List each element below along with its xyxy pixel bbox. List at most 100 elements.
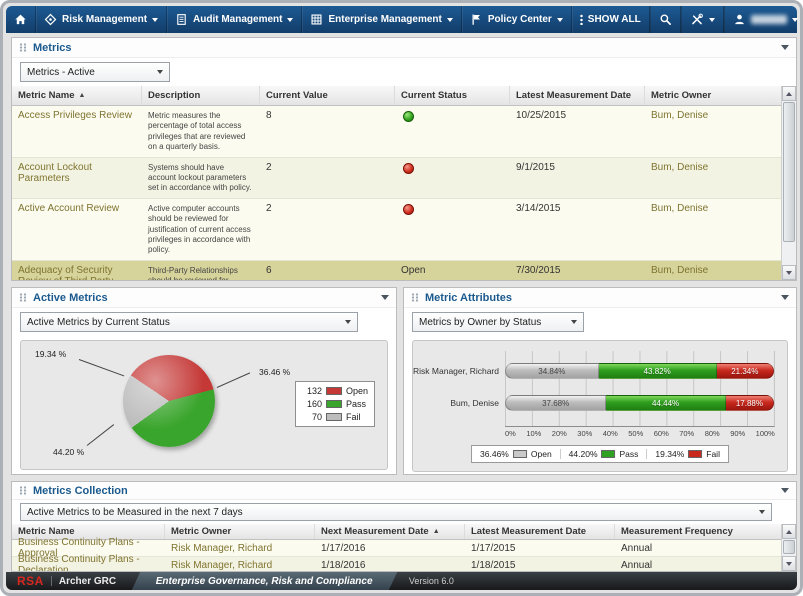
metric-current-value: 6 <box>260 261 395 280</box>
legend-label: Fail <box>706 449 720 459</box>
legend-value: 44.20% <box>569 449 598 459</box>
search-button[interactable] <box>650 6 681 33</box>
metric-owner-link[interactable]: Risk Manager, Richard <box>165 543 315 554</box>
legend-swatch <box>513 450 527 458</box>
column-header-metric-owner[interactable]: Metric Owner <box>645 86 781 105</box>
legend-count: 160 <box>302 399 322 409</box>
column-header-latest-measurement-date[interactable]: Latest Measurement Date <box>510 86 645 105</box>
x-axis-tick: 100% <box>756 429 775 438</box>
collapse-panel-icon[interactable] <box>781 45 789 50</box>
chevron-down-icon <box>557 18 563 22</box>
legend-item: 70 Fail <box>302 412 368 422</box>
metric-owner-link[interactable]: Bum, Denise <box>645 261 781 280</box>
bar-segment-pass[interactable]: 43.82% <box>599 363 717 379</box>
show-all-button[interactable]: SHOW ALL <box>572 6 650 33</box>
collapse-panel-icon[interactable] <box>781 488 789 493</box>
metric-name-link[interactable]: Account Lockout Parameters <box>12 158 142 198</box>
latest-measurement-date: 3/14/2015 <box>510 199 645 260</box>
metric-name-link[interactable]: Business Continuity Plans - Declaration <box>12 554 165 571</box>
metric-current-value: 8 <box>260 106 395 157</box>
workspace: Metrics Metrics - Active Metric Name▲ De… <box>6 33 797 572</box>
bar-segment-fail[interactable]: 21.34% <box>717 363 774 379</box>
nav-menu-label: Policy Center <box>488 14 552 25</box>
version-label: Version 6.0 <box>393 576 454 586</box>
metric-description: Systems should have account lockout para… <box>142 158 260 198</box>
bar-segment-fail[interactable]: 17.88% <box>726 395 774 411</box>
legend-value: 36.46% <box>480 449 509 459</box>
pie-chart[interactable] <box>123 355 215 447</box>
nav-menu-risk-management[interactable]: Risk Management <box>36 6 167 33</box>
bar-segment-open[interactable]: 37.68% <box>505 395 606 411</box>
footer-bar: RSA Archer GRC Enterprise Governance, Ri… <box>6 572 797 590</box>
scroll-down-button[interactable] <box>782 265 796 280</box>
bar-segment-pass[interactable]: 44.44% <box>606 395 726 411</box>
select-value: Metrics - Active <box>27 67 95 78</box>
stacked-bar: 34.84% 43.82% 21.34% <box>505 363 774 379</box>
nav-menu-enterprise-management[interactable]: Enterprise Management <box>302 6 461 33</box>
scroll-down-button[interactable] <box>782 556 796 571</box>
column-header-next-measurement-date[interactable]: Next Measurement Date▲ <box>315 524 465 539</box>
top-nav-right-cluster <box>650 6 803 33</box>
table-row-selected[interactable]: Adequacy of Security Review of Third Par… <box>12 261 781 280</box>
column-header-latest-measurement-date[interactable]: Latest Measurement Date <box>465 524 615 539</box>
arrow-down-icon <box>786 562 792 566</box>
panel-header: Metric Attributes <box>404 288 796 308</box>
chevron-down-icon <box>345 320 351 324</box>
column-header-current-status[interactable]: Current Status <box>395 86 510 105</box>
column-header-description[interactable]: Description <box>142 86 260 105</box>
nav-menu-label: Audit Management <box>193 14 282 25</box>
drag-handle-icon[interactable] <box>19 486 27 495</box>
bar-segment-value: 37.68% <box>542 399 569 408</box>
arrow-down-icon <box>786 271 792 275</box>
table-row[interactable]: Access Privileges Review Metric measures… <box>12 106 781 158</box>
arrow-up-icon <box>786 92 792 96</box>
metric-name-link[interactable]: Adequacy of Security Review of Third Par… <box>12 261 142 280</box>
scrollbar-thumb[interactable] <box>783 102 795 242</box>
search-icon <box>659 13 672 26</box>
panel-title: Metrics <box>33 42 72 54</box>
column-header-measurement-frequency[interactable]: Measurement Frequency <box>615 524 781 539</box>
column-header-metric-owner[interactable]: Metric Owner <box>165 524 315 539</box>
nav-menu-audit-management[interactable]: Audit Management <box>167 6 302 33</box>
metric-attributes-panel: Metric Attributes Metrics by Owner by St… <box>403 287 797 475</box>
bar-segment-value: 44.44% <box>652 399 679 408</box>
chevron-down-icon <box>792 18 798 22</box>
pie-slice-label-open: 36.46 % <box>259 367 290 377</box>
column-header-current-value[interactable]: Current Value <box>260 86 395 105</box>
metrics-view-select[interactable]: Metrics - Active <box>20 62 170 82</box>
metric-name-link[interactable]: Access Privileges Review <box>12 106 142 157</box>
table-row[interactable]: Account Lockout Parameters Systems shoul… <box>12 158 781 199</box>
scroll-up-button[interactable] <box>782 524 796 539</box>
metric-attributes-view-select[interactable]: Metrics by Owner by Status <box>412 312 584 332</box>
metrics-collection-view-select[interactable]: Active Metrics to be Measured in the nex… <box>20 503 772 521</box>
nav-menu-policy-center[interactable]: Policy Center <box>462 6 572 33</box>
drag-handle-icon[interactable] <box>19 293 27 302</box>
drag-handle-icon[interactable] <box>19 43 27 52</box>
vertical-scrollbar[interactable] <box>781 86 796 280</box>
collapse-panel-icon[interactable] <box>781 295 789 300</box>
collapse-panel-icon[interactable] <box>381 295 389 300</box>
table-row[interactable]: Business Continuity Plans - Declaration … <box>12 557 781 571</box>
metric-owner-link[interactable]: Risk Manager, Richard <box>165 560 315 571</box>
bar-segment-open[interactable]: 34.84% <box>505 363 599 379</box>
home-button[interactable] <box>6 6 36 33</box>
next-measurement-date: 1/17/2016 <box>315 543 465 554</box>
column-header-metric-name[interactable]: Metric Name▲ <box>12 86 142 105</box>
select-value: Metrics by Owner by Status <box>419 317 541 328</box>
legend-item: 19.34% Fail <box>646 449 720 459</box>
user-menu[interactable] <box>724 6 803 33</box>
panel-toolbar: Metrics - Active <box>12 58 796 86</box>
vertical-scrollbar[interactable] <box>781 524 796 571</box>
scrollbar-thumb[interactable] <box>783 540 795 554</box>
scroll-up-button[interactable] <box>782 86 796 101</box>
drag-handle-icon[interactable] <box>411 293 419 302</box>
legend-item: 36.46% Open <box>480 449 552 459</box>
metric-owner-link[interactable]: Bum, Denise <box>645 158 781 198</box>
table-row[interactable]: Active Account Review Active computer ac… <box>12 199 781 261</box>
metric-owner-link[interactable]: Bum, Denise <box>645 199 781 260</box>
metric-owner-link[interactable]: Bum, Denise <box>645 106 781 157</box>
metric-name-link[interactable]: Active Account Review <box>12 199 142 260</box>
tools-button[interactable] <box>681 6 724 33</box>
legend-swatch <box>602 450 616 458</box>
active-metrics-view-select[interactable]: Active Metrics by Current Status <box>20 312 358 332</box>
